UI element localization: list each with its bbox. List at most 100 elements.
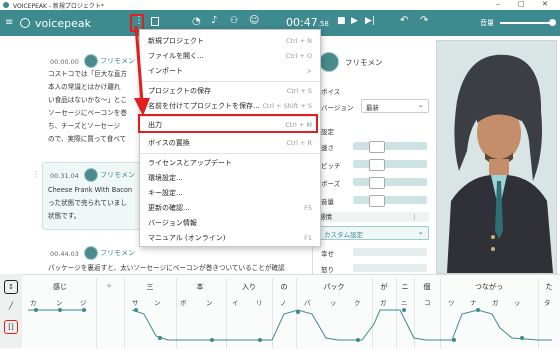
undo-icon[interactable]: ↶: [400, 15, 408, 26]
export-highlight-box: [138, 114, 318, 133]
menu-separator: [140, 81, 320, 82]
volume-param-slider-knob[interactable]: [369, 195, 385, 207]
pitch-point[interactable]: [58, 308, 62, 312]
timeline-word[interactable]: が: [374, 282, 394, 292]
menu-item-open-file[interactable]: ファイルを開く... Ctrl + O: [140, 49, 320, 64]
timeline-word[interactable]: ニ: [397, 282, 413, 292]
range-tool-icon[interactable]: []: [4, 320, 18, 334]
pitch-slider-knob[interactable]: [369, 159, 385, 171]
version-label: バージョン: [321, 104, 354, 112]
pitch-point[interactable]: [258, 338, 262, 342]
pitch-point[interactable]: [296, 310, 300, 314]
redo-icon[interactable]: ↷: [420, 15, 428, 26]
timeline-word[interactable]: 三: [130, 282, 170, 292]
app-icon: [3, 2, 9, 8]
volume-slider-knob[interactable]: [549, 19, 556, 26]
pitch-point[interactable]: [82, 308, 86, 312]
speed-slider-knob[interactable]: [369, 141, 385, 153]
script-line[interactable]: 本人の常識とはかけ離れ: [48, 81, 136, 94]
pitch-point[interactable]: [134, 308, 138, 312]
stop-icon[interactable]: ■: [337, 16, 346, 26]
menu-item-manual[interactable]: マニュアル (オンライン) F1: [140, 231, 320, 246]
script-line[interactable]: 状態です。: [48, 210, 138, 223]
speed-slider[interactable]: [353, 142, 427, 150]
pause-slider-knob[interactable]: [369, 177, 385, 189]
script-line[interactable]: Cheese Frank With Bacon: [48, 184, 138, 197]
emoji-icon[interactable]: ☺: [249, 15, 259, 26]
volume-param-slider[interactable]: [353, 196, 427, 204]
menu-item-replace-voice[interactable]: ボイスの置換 Ctrl + R: [140, 136, 320, 151]
timeline-word[interactable]: 本: [180, 282, 220, 292]
voice-section-label: ボイス: [321, 88, 341, 96]
timeline-word[interactable]: 個: [416, 282, 438, 292]
speaker-avatar[interactable]: [84, 54, 98, 68]
menu-item-label: プロジェクトの保存: [148, 87, 211, 95]
pitch-slider[interactable]: [353, 160, 427, 168]
pitch-point[interactable]: [452, 338, 456, 342]
script-line[interactable]: った状態で売られていまし: [48, 197, 138, 210]
pitch-point[interactable]: [520, 336, 524, 340]
menu-hamburger-icon[interactable]: ≡: [5, 10, 13, 36]
script-line[interactable]: い食品はないかな～」とこ: [48, 94, 136, 107]
close-button[interactable]: ✕: [542, 0, 548, 8]
version-select[interactable]: 最新 ⌄: [361, 99, 429, 113]
menu-item-license[interactable]: ライセンスとアップデート: [140, 156, 320, 171]
menu-item-label: 環境設定...: [148, 174, 183, 182]
timeline-word[interactable]: つながっ: [444, 282, 534, 292]
script-line[interactable]: ソーセージにベーコンを巻: [48, 107, 136, 120]
menu-item-key-settings[interactable]: キー設定...: [140, 186, 320, 201]
speaker-name[interactable]: フリモメン: [100, 248, 135, 258]
speaker-avatar[interactable]: [84, 246, 98, 260]
pause-slider[interactable]: [353, 178, 427, 186]
menu-item-label: ファイルを開く...: [148, 52, 204, 60]
angry-slider[interactable]: [353, 264, 427, 272]
happy-slider[interactable]: [353, 248, 427, 256]
menu-item-version-info[interactable]: バージョン情報: [140, 216, 320, 231]
volume-slider[interactable]: [500, 22, 552, 24]
skip-next-icon[interactable]: ▶|: [365, 16, 375, 26]
select-tool-icon[interactable]: ↕: [4, 280, 18, 294]
people-icon[interactable]: ⚇: [230, 16, 238, 26]
speaker-avatar[interactable]: [84, 168, 98, 182]
menu-item-import[interactable]: インポート >: [140, 64, 320, 79]
panel-speaker-name[interactable]: フリモメン: [345, 57, 383, 68]
menu-item-label: ライセンスとアップデート: [148, 159, 232, 167]
menu-item-check-updates[interactable]: 更新の確認... F5: [140, 201, 320, 216]
maximize-button[interactable]: □: [518, 0, 525, 8]
menu-item-shortcut: Ctrl + S: [286, 87, 312, 95]
pitch-point[interactable]: [402, 308, 406, 312]
menu-item-save-as[interactable]: 名前を付けてプロジェクトを保存... Ctrl + Shift + S: [140, 99, 320, 114]
menu-item-save-project[interactable]: プロジェクトの保存 Ctrl + S: [140, 84, 320, 99]
pitch-point[interactable]: [34, 308, 38, 312]
menu-item-new-project[interactable]: 新規プロジェクト Ctrl + N: [140, 34, 320, 49]
speed-icon[interactable]: ◔: [192, 16, 201, 27]
drag-handle-icon[interactable]: ⋮: [32, 170, 40, 179]
timeline-word[interactable]: 感じ: [30, 282, 90, 292]
pitch-point[interactable]: [356, 338, 360, 342]
timeline-word[interactable]: パック: [300, 282, 368, 292]
speaker-avatar-large: [319, 52, 339, 72]
minimize-button[interactable]: –: [496, 0, 500, 8]
pen-tool-icon[interactable]: ╱: [4, 300, 18, 314]
emotion-select[interactable]: カスタム設定 ⌄: [319, 226, 429, 240]
music-note-icon[interactable]: ♪: [211, 15, 217, 26]
menu-item-label: 名前を付けてプロジェクトを保存...: [148, 102, 260, 110]
pitch-point[interactable]: [158, 336, 162, 340]
timeline-word[interactable]: 入り: [230, 282, 268, 292]
chevron-down-icon: ⌄: [418, 101, 424, 109]
script-line[interactable]: ち、チーズとソーセージ: [48, 120, 136, 133]
pitch-point[interactable]: [476, 308, 480, 312]
play-icon[interactable]: ▶: [351, 16, 358, 26]
emotion-more-icon[interactable]: ⋮: [411, 213, 418, 221]
timeline-add-button[interactable]: +: [100, 282, 118, 290]
timeline-word[interactable]: の: [274, 282, 294, 292]
pitch-curve[interactable]: [22, 300, 560, 348]
window-title: VOICEPEAK - 新規プロジェクト*: [13, 2, 104, 10]
script-line[interactable]: ので、実際に買って食べて: [48, 133, 136, 146]
script-line[interactable]: コストコでは「巨大な直方: [48, 68, 136, 81]
timeline-word[interactable]: た: [540, 282, 558, 292]
speaker-name[interactable]: フリモメン: [100, 170, 135, 180]
pitch-point[interactable]: [210, 338, 214, 342]
menu-item-preferences[interactable]: 環境設定...: [140, 171, 320, 186]
menu-item-shortcut: Ctrl + N: [285, 37, 312, 45]
